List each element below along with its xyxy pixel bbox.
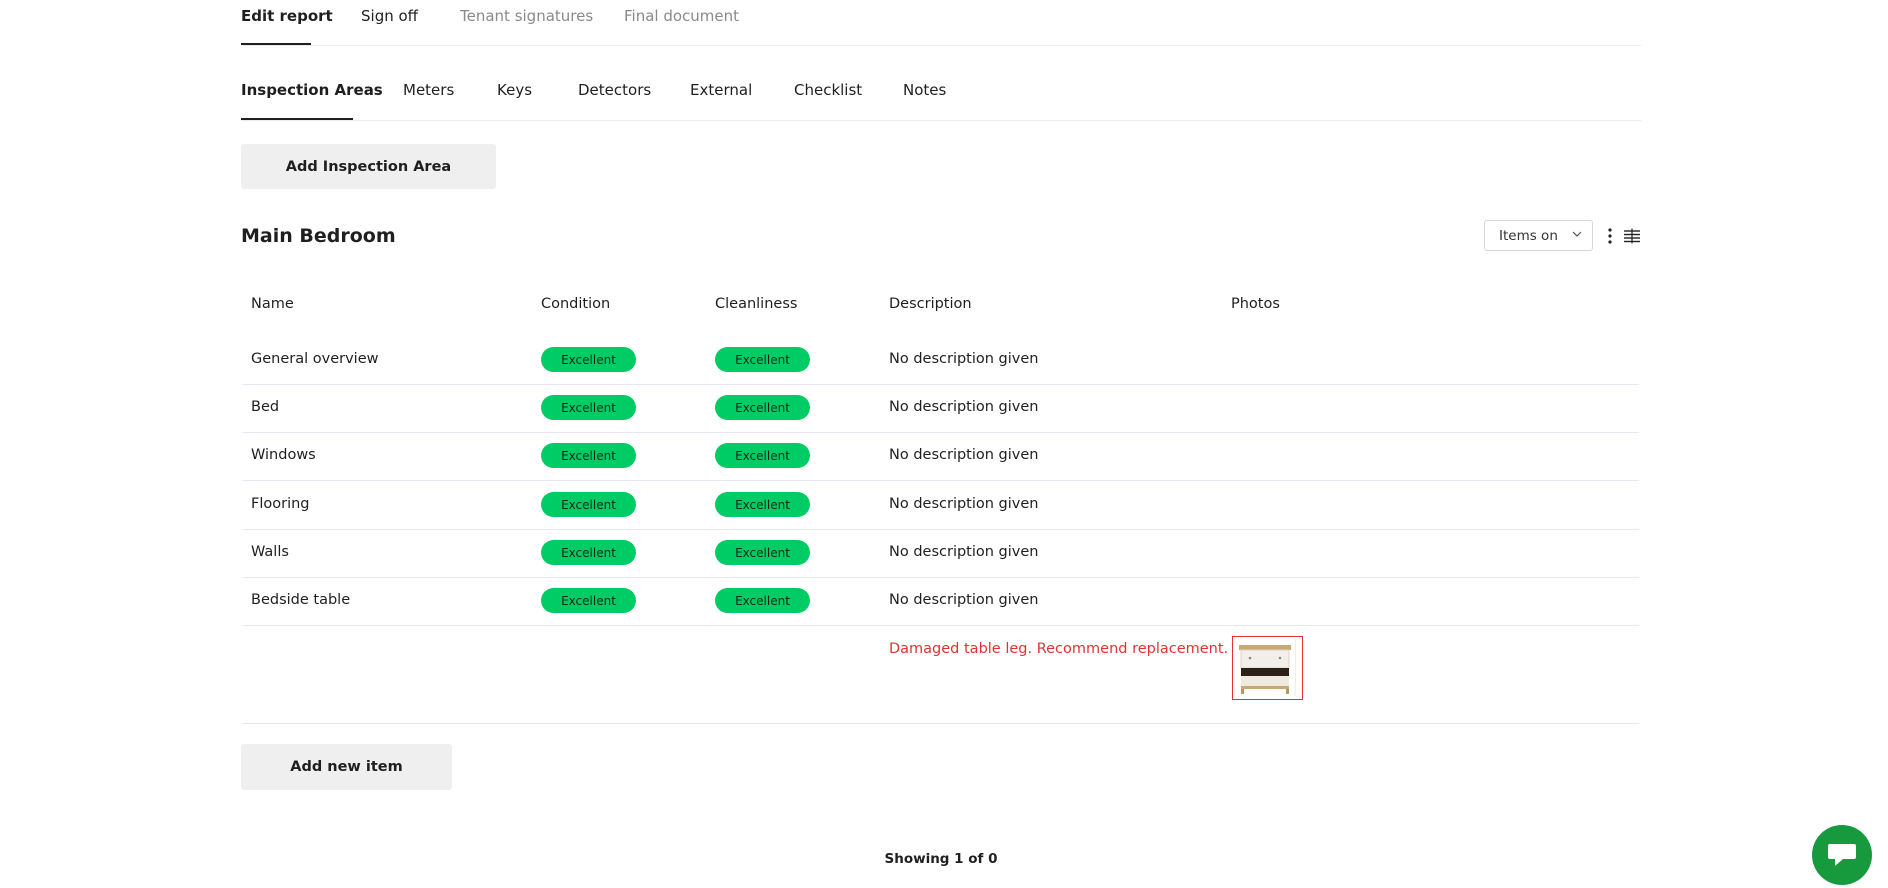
column-header-cleanliness: Cleanliness xyxy=(715,296,798,312)
condition-badge: Excellent xyxy=(541,347,636,372)
cleanliness-badge: Excellent xyxy=(715,347,810,372)
condition-badge: Excellent xyxy=(541,395,636,420)
tab-tenant-signatures[interactable]: Tenant signatures xyxy=(460,7,593,25)
cleanliness-badge: Excellent xyxy=(715,588,810,613)
item-name: General overview xyxy=(251,351,379,367)
condition-badge: Excellent xyxy=(541,540,636,565)
kebab-menu-icon[interactable] xyxy=(1606,227,1614,245)
item-description: No description given xyxy=(889,496,1039,512)
tab-notes[interactable]: Notes xyxy=(903,81,946,99)
report-tabs: Edit report Sign off Tenant signatures F… xyxy=(241,0,1641,46)
table-row[interactable]: Bed Excellent Excellent No description g… xyxy=(243,384,1639,433)
cleanliness-badge: Excellent xyxy=(715,492,810,517)
item-name: Flooring xyxy=(251,496,310,512)
condition-badge: Excellent xyxy=(541,492,636,517)
items-filter-value: Items on xyxy=(1499,228,1558,244)
tab-edit-report[interactable]: Edit report xyxy=(241,7,333,25)
item-note-row: Damaged table leg. Recommend replacement… xyxy=(243,626,1639,724)
tab-checklist[interactable]: Checklist xyxy=(794,81,862,99)
column-header-photos: Photos xyxy=(1231,296,1280,312)
item-description: No description given xyxy=(889,351,1039,367)
bedside-table-photo xyxy=(1233,637,1301,698)
active-subtab-indicator xyxy=(241,118,353,120)
tab-keys[interactable]: Keys xyxy=(497,81,532,99)
tab-inspection-areas[interactable]: Inspection Areas xyxy=(241,81,383,99)
column-header-condition: Condition xyxy=(541,296,611,312)
item-description: No description given xyxy=(889,447,1039,463)
tab-final-document[interactable]: Final document xyxy=(624,7,739,25)
damage-note: Damaged table leg. Recommend replacement… xyxy=(889,641,1229,657)
item-description: No description given xyxy=(889,544,1039,560)
condition-badge: Excellent xyxy=(541,588,636,613)
column-header-description: Description xyxy=(889,296,972,312)
item-name: Walls xyxy=(251,544,289,560)
tab-sign-off[interactable]: Sign off xyxy=(361,7,418,25)
tab-external[interactable]: External xyxy=(690,81,752,99)
add-inspection-area-button[interactable]: Add Inspection Area xyxy=(241,144,496,189)
cleanliness-badge: Excellent xyxy=(715,395,810,420)
table-row[interactable]: Walls Excellent Excellent No description… xyxy=(243,529,1639,578)
tab-meters[interactable]: Meters xyxy=(403,81,454,99)
table-row[interactable]: Windows Excellent Excellent No descripti… xyxy=(243,432,1639,481)
section-tabs: Inspection Areas Meters Keys Detectors E… xyxy=(241,45,1641,121)
column-header-name: Name xyxy=(251,296,294,312)
item-description: No description given xyxy=(889,399,1039,415)
cleanliness-badge: Excellent xyxy=(715,443,810,468)
compact-rows-icon[interactable] xyxy=(1623,228,1641,244)
item-name: Bedside table xyxy=(251,592,351,608)
item-photo-thumbnail[interactable] xyxy=(1232,636,1303,700)
table-row[interactable]: Bedside table Excellent Excellent No des… xyxy=(243,577,1639,626)
pagination-status: Showing 1 of 0 xyxy=(884,851,998,867)
item-description: No description given xyxy=(889,592,1039,608)
table-row[interactable]: General overview Excellent Excellent No … xyxy=(243,336,1639,385)
add-new-item-button[interactable]: Add new item xyxy=(241,744,452,790)
item-name: Windows xyxy=(251,447,316,463)
item-name: Bed xyxy=(251,399,280,415)
cleanliness-badge: Excellent xyxy=(715,540,810,565)
chat-icon xyxy=(1828,844,1856,866)
table-row[interactable]: Flooring Excellent Excellent No descript… xyxy=(243,481,1639,530)
area-title: Main Bedroom xyxy=(241,225,396,247)
chevron-down-icon xyxy=(1572,231,1582,237)
condition-badge: Excellent xyxy=(541,443,636,468)
items-filter-select[interactable]: Items on xyxy=(1484,220,1593,251)
chat-button[interactable] xyxy=(1812,825,1872,885)
tab-detectors[interactable]: Detectors xyxy=(578,81,651,99)
